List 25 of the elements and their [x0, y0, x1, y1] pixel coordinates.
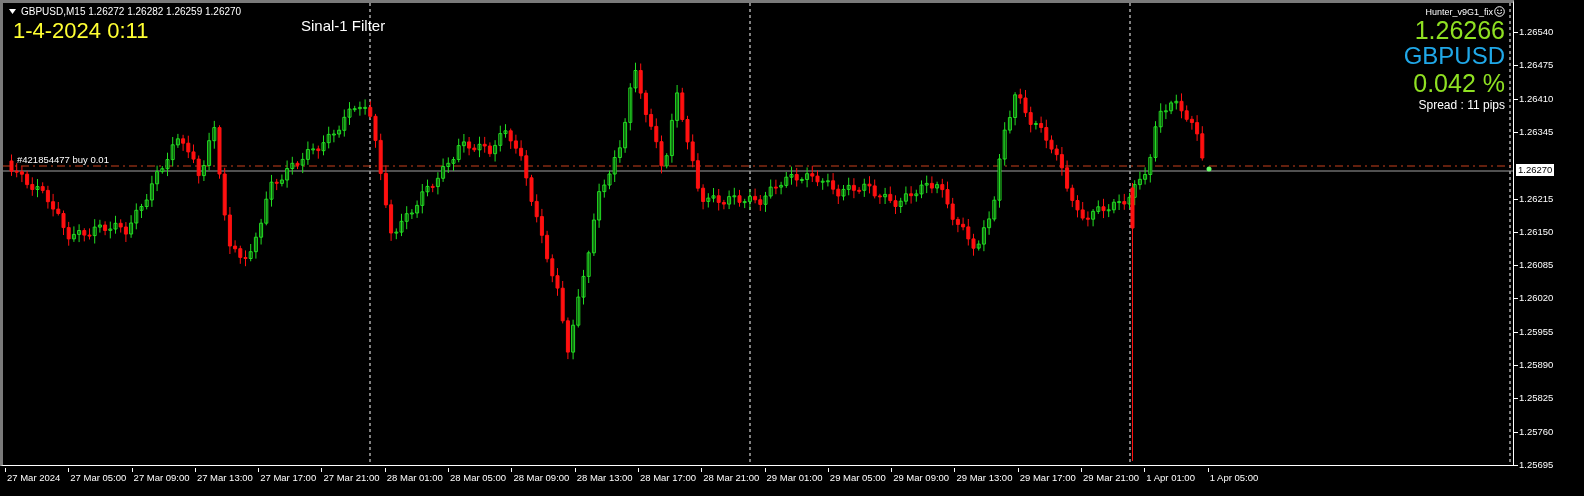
smiley-icon[interactable]: [1494, 6, 1505, 17]
spread-label: Spread : 11 pips: [1418, 97, 1505, 113]
price-tick-label: 1.25825: [1519, 393, 1554, 404]
current-price-label: 1.26270: [1516, 164, 1555, 177]
indicator-label: Sinal-1 Filter: [301, 17, 386, 34]
price-tick-label: 1.26150: [1519, 226, 1554, 237]
price-value: 1.26266: [1414, 17, 1505, 43]
expert-name: Hunter_v9G1_fix: [1425, 6, 1493, 17]
price-tick-label: 1.26215: [1519, 193, 1554, 204]
price-tick-label: 1.25695: [1519, 459, 1554, 470]
price-tick-label: 1.26020: [1519, 293, 1554, 304]
symbol-info: GBPUSD,M15 1.26272 1.26282 1.26259 1.26270: [21, 6, 242, 17]
order-label: #421854477 buy 0.01: [17, 154, 109, 165]
price-tick-label: 1.26410: [1519, 93, 1554, 104]
price-tick-label: 1.26085: [1519, 260, 1554, 271]
date-label: 1-4-2024 0:11: [13, 18, 149, 44]
symbol-name: GBPUSD: [1403, 43, 1505, 69]
price-tick-label: 1.25890: [1519, 360, 1554, 370]
price-tick-label: 1.25760: [1519, 426, 1554, 437]
change-percent: 0.042 %: [1413, 69, 1505, 97]
price-tick-label: 1.26540: [1519, 27, 1554, 37]
price-tick-label: 1.25955: [1519, 326, 1554, 337]
price-tick-label: 1.26475: [1519, 60, 1554, 71]
dropdown-triangle-icon[interactable]: [9, 9, 16, 14]
price-tick-label: 1.26345: [1519, 126, 1554, 137]
